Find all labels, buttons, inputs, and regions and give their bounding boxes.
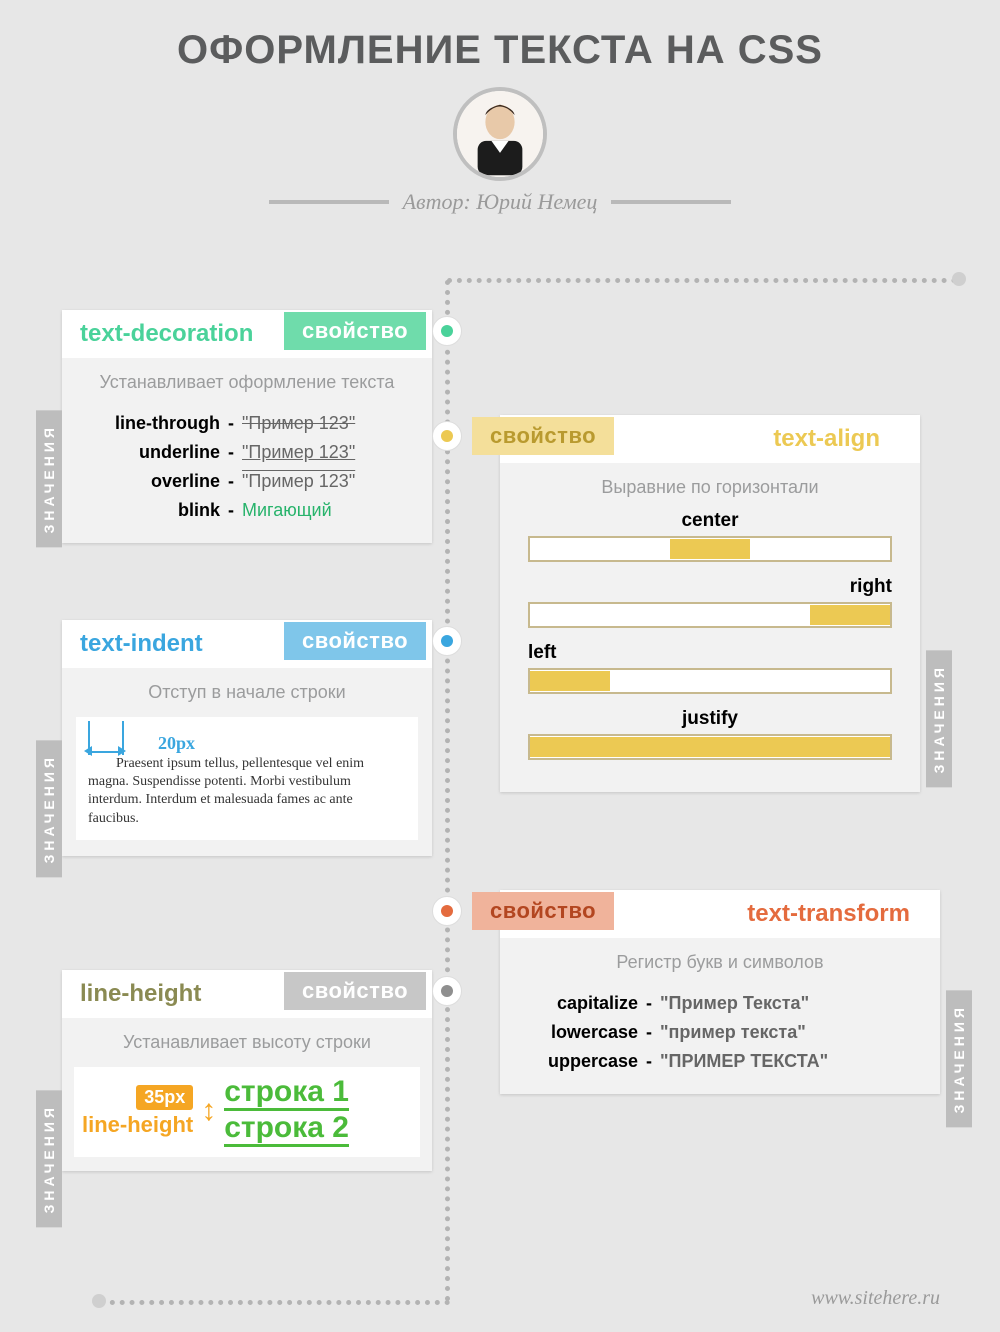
- dash: -: [228, 471, 234, 492]
- author-prefix: Автор:: [403, 189, 471, 214]
- dash: -: [228, 413, 234, 434]
- values-list: capitalize-"Пример Текста"lowercase-"при…: [500, 981, 940, 1094]
- side-label-values: ЗНАЧЕНИЯ: [36, 1090, 62, 1227]
- indent-sample: 20px Praesent ipsum tellus, pellentesque…: [76, 717, 418, 840]
- align-label: center: [528, 510, 892, 532]
- align-box: [528, 536, 892, 562]
- align-box: [528, 602, 892, 628]
- timeline-top: [447, 278, 957, 283]
- align-box: [528, 668, 892, 694]
- line-height-label: line-height: [82, 1112, 193, 1137]
- divider: [269, 200, 389, 204]
- badge-property: свойство: [472, 417, 614, 455]
- value-key: underline: [80, 442, 220, 463]
- author-row: Автор: Юрий Немец: [0, 189, 1000, 215]
- value-row: blink-Мигающий: [80, 496, 414, 525]
- line-height-value: 35px: [136, 1085, 193, 1110]
- card-desc: Устанавливает оформление текста: [62, 358, 432, 401]
- updown-arrow-icon: ↕: [199, 1094, 218, 1128]
- timeline-node: [432, 626, 462, 656]
- timeline-node: [432, 316, 462, 346]
- value-row: lowercase-"пример текста": [518, 1018, 922, 1047]
- card-desc: Выравние по горизонтали: [500, 463, 920, 506]
- value-example: "ПРИМЕР ТЕКСТА": [660, 1051, 828, 1072]
- value-example: "пример текста": [660, 1022, 806, 1043]
- value-row: capitalize-"Пример Текста": [518, 989, 922, 1018]
- indent-value: 20px: [158, 733, 195, 754]
- dash: -: [646, 1051, 652, 1072]
- page-title: ОФОРМЛЕНИЕ ТЕКСТА НА CSS: [0, 0, 1000, 73]
- card-desc: Устанавливает высоту строки: [62, 1018, 432, 1061]
- card-text-align: text-align Выравние по горизонтали cente…: [500, 415, 920, 792]
- values-list: center right left justify: [500, 506, 920, 792]
- divider: [611, 200, 731, 204]
- value-key: blink: [80, 500, 220, 521]
- values-list: line-through-"Пример 123"underline-"Прим…: [62, 401, 432, 543]
- align-label: right: [528, 576, 892, 598]
- author-name: Юрий Немец: [476, 189, 597, 214]
- value-row: line-through-"Пример 123": [80, 409, 414, 438]
- footer-url: www.sitehere.ru: [811, 1287, 940, 1310]
- side-label-values: ЗНАЧЕНИЯ: [946, 990, 972, 1127]
- indent-paragraph: Praesent ipsum tellus, pellentesque vel …: [88, 755, 406, 828]
- demo-line-1: строка 1: [224, 1075, 349, 1111]
- badge-property: свойство: [284, 312, 426, 350]
- timeline-bottom: [100, 1300, 450, 1305]
- side-label-values: ЗНАЧЕНИЯ: [36, 410, 62, 547]
- side-label-values: ЗНАЧЕНИЯ: [926, 650, 952, 787]
- badge-property: свойство: [284, 622, 426, 660]
- value-key: overline: [80, 471, 220, 492]
- align-box: [528, 734, 892, 760]
- value-key: uppercase: [518, 1051, 638, 1072]
- value-key: lowercase: [518, 1022, 638, 1043]
- value-key: capitalize: [518, 993, 638, 1014]
- timeline-end-dot: [952, 272, 966, 286]
- value-example: "Пример 123": [242, 413, 355, 434]
- value-example: "Пример 123": [242, 442, 355, 463]
- dash: -: [646, 993, 652, 1014]
- align-fill: [530, 737, 890, 757]
- value-example: "Пример Текста": [660, 993, 809, 1014]
- timeline-node: [432, 421, 462, 451]
- line-height-demo: 35px line-height ↕ строка 1 строка 2: [74, 1067, 420, 1157]
- value-row: underline-"Пример 123": [80, 438, 414, 467]
- badge-property: свойство: [472, 892, 614, 930]
- align-fill: [670, 539, 750, 559]
- side-label-values: ЗНАЧЕНИЯ: [36, 740, 62, 877]
- dash: -: [228, 442, 234, 463]
- card-desc: Регистр букв и символов: [500, 938, 940, 981]
- dash: -: [228, 500, 234, 521]
- value-row: uppercase-"ПРИМЕР ТЕКСТА": [518, 1047, 922, 1076]
- timeline-node: [432, 976, 462, 1006]
- align-label: left: [528, 642, 892, 664]
- align-label: justify: [528, 708, 892, 730]
- align-fill: [530, 671, 610, 691]
- value-example: Мигающий: [242, 500, 332, 521]
- demo-line-2: строка 2: [224, 1111, 349, 1147]
- value-key: line-through: [80, 413, 220, 434]
- dash: -: [646, 1022, 652, 1043]
- card-desc: Отступ в начале строки: [62, 668, 432, 711]
- value-row: overline-"Пример 123": [80, 467, 414, 496]
- timeline-end-dot: [92, 1294, 106, 1308]
- value-example: "Пример 123": [242, 471, 355, 492]
- badge-property: свойство: [284, 972, 426, 1010]
- timeline-node: [432, 896, 462, 926]
- align-fill: [810, 605, 890, 625]
- avatar: [453, 87, 547, 181]
